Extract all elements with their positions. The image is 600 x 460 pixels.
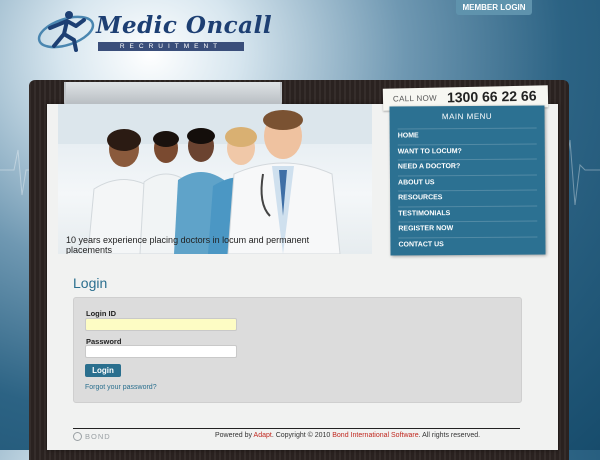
menu-item-resources[interactable]: RESOURCES (398, 189, 538, 206)
menu-item-testimonials[interactable]: TESTIMONIALS (398, 205, 538, 222)
hero-image: 10 years experience placing doctors in l… (58, 104, 372, 254)
phone-number[interactable]: 1300 66 22 66 (447, 88, 537, 106)
medic-oncall-logo[interactable]: Medic Oncall RECRUITMENT (36, 6, 272, 54)
bond-logo[interactable]: BOND (73, 432, 111, 441)
menu-item-about-us[interactable]: ABOUT US (397, 174, 538, 191)
footer-copyright: Powered by Adapt. Copyright © 2010 Bond … (215, 432, 480, 439)
main-menu-title: MAIN MENU (441, 111, 493, 122)
member-login-button[interactable]: MEMBER LOGIN (456, 0, 532, 15)
bond-logo-text: BOND (85, 432, 111, 441)
call-now-label: CALL NOW (392, 93, 437, 104)
footer-divider (73, 428, 520, 429)
login-form: Login ID Password Login Forgot your pass… (73, 297, 522, 403)
menu-item-register-now[interactable]: REGISTER NOW (398, 220, 538, 237)
login-heading: Login (73, 275, 108, 291)
login-id-input[interactable] (85, 318, 237, 331)
rights-text: . All rights reserved. (418, 432, 481, 439)
bond-circle-icon (73, 432, 82, 441)
menu-item-need-a-doctor[interactable]: NEED A DOCTOR? (397, 158, 537, 175)
login-button[interactable]: Login (85, 364, 121, 377)
menu-item-want-to-locum[interactable]: WANT TO LOCUM? (397, 143, 537, 160)
doctors-group-illustration (58, 104, 372, 254)
password-input[interactable] (85, 345, 237, 358)
hero-caption: 10 years experience placing doctors in l… (66, 235, 310, 254)
login-id-label: Login ID (86, 309, 116, 318)
logo-title: Medic Oncall (96, 12, 273, 39)
powered-by-text: Powered by (215, 432, 254, 439)
menu-item-contact-us[interactable]: CONTACT US (398, 236, 538, 253)
runner-logo-icon (37, 11, 95, 52)
forgot-password-link[interactable]: Forgot your password? (85, 384, 157, 391)
bond-software-link[interactable]: Bond International Software (332, 432, 418, 439)
main-menu: MAIN MENU HOME WANT TO LOCUM? NEED A DOC… (389, 105, 546, 256)
menu-item-home[interactable]: HOME (397, 127, 537, 144)
copyright-text: . Copyright © 2010 (271, 432, 333, 439)
logo-subtitle: RECRUITMENT (98, 42, 244, 51)
adapt-link[interactable]: Adapt (254, 432, 272, 439)
